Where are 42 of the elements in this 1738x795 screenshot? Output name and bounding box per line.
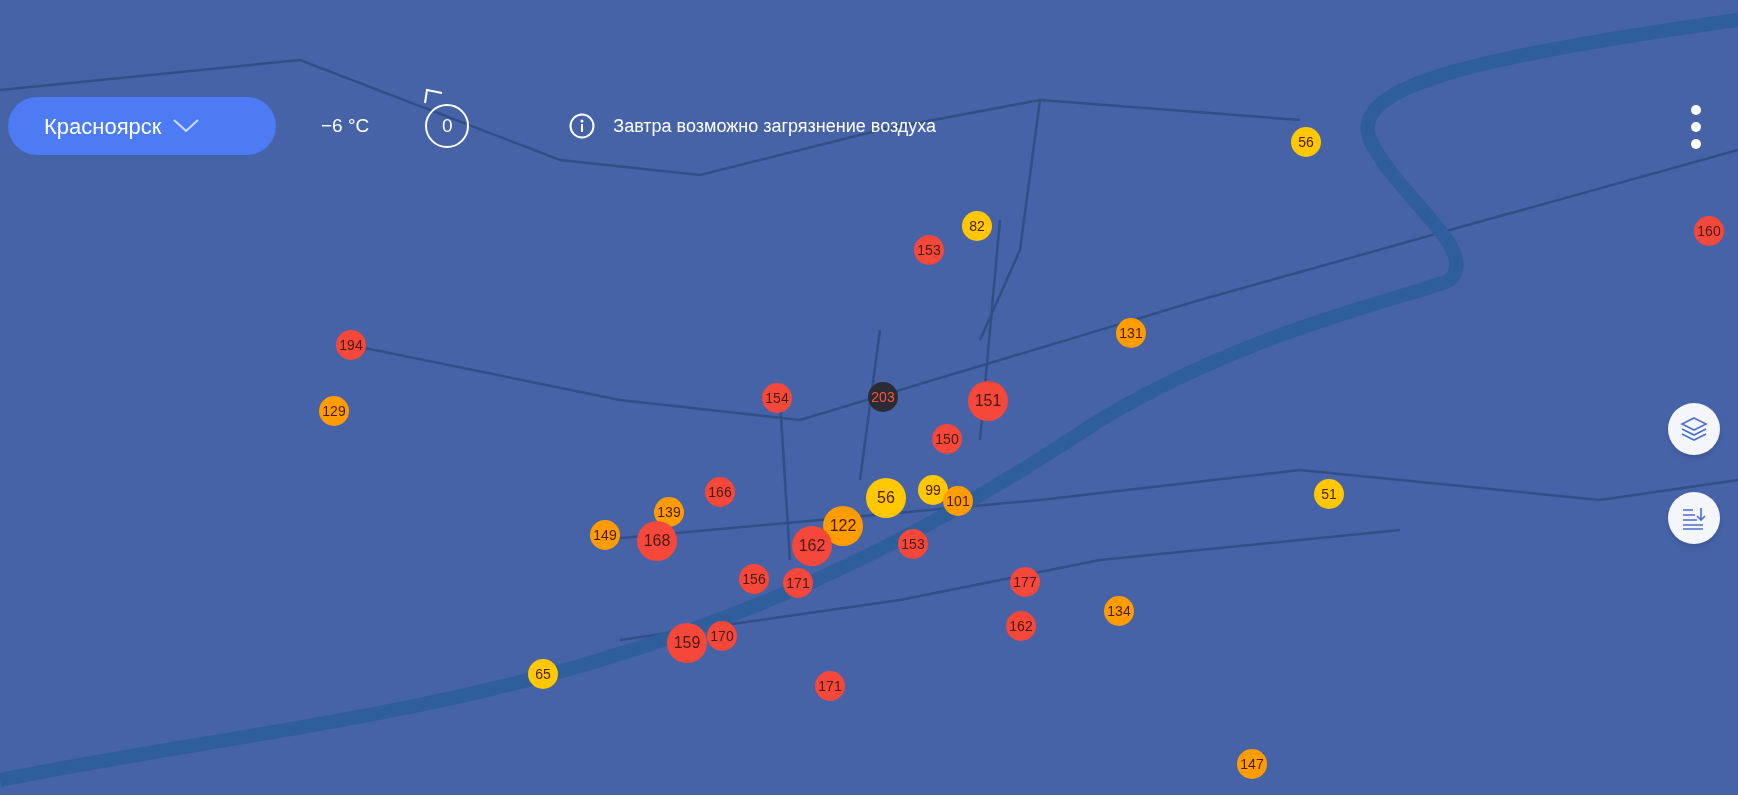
air-quality-marker[interactable]: 134	[1104, 596, 1134, 626]
air-quality-marker[interactable]: 153	[914, 235, 944, 265]
counter-badge: 0	[425, 104, 470, 148]
air-quality-marker[interactable]: 51	[1314, 479, 1344, 509]
air-quality-marker[interactable]: 149	[590, 520, 620, 550]
air-quality-marker[interactable]: 203	[868, 382, 898, 412]
air-quality-marker[interactable]: 177	[1010, 567, 1040, 597]
chevron-down-icon	[173, 119, 200, 133]
air-quality-marker[interactable]: 99	[918, 475, 948, 505]
air-quality-marker[interactable]: 151	[968, 381, 1008, 421]
sort-list-icon	[1681, 505, 1707, 531]
air-quality-marker[interactable]: 65	[528, 659, 558, 689]
air-quality-marker[interactable]: 150	[932, 424, 962, 454]
city-dropdown[interactable]: Красноярск	[8, 97, 276, 155]
air-quality-marker[interactable]: 194	[336, 330, 366, 360]
air-quality-marker[interactable]: 166	[705, 477, 735, 507]
layers-button[interactable]	[1668, 403, 1720, 455]
more-vertical-icon	[1690, 104, 1702, 150]
corner-icon	[422, 88, 445, 104]
air-quality-marker[interactable]: 170	[707, 621, 737, 651]
temperature: −6 °C	[321, 113, 370, 138]
air-quality-marker[interactable]: 147	[1237, 749, 1267, 779]
air-quality-marker[interactable]: 162	[1006, 611, 1036, 641]
pollution-forecast-text: Завтра возможно загрязнение воздуха	[613, 114, 937, 138]
air-quality-marker[interactable]: 156	[739, 564, 769, 594]
air-quality-marker[interactable]: 171	[783, 568, 813, 598]
air-quality-marker[interactable]: 171	[815, 671, 845, 701]
air-quality-marker[interactable]: 56	[866, 478, 906, 518]
info-icon	[569, 113, 596, 139]
layers-icon	[1680, 415, 1708, 443]
air-quality-marker[interactable]: 162	[792, 526, 832, 566]
air-quality-marker[interactable]: 154	[762, 383, 792, 413]
air-quality-marker[interactable]: 160	[1694, 216, 1724, 246]
air-quality-marker[interactable]: 129	[319, 396, 349, 426]
air-quality-marker[interactable]: 153	[898, 529, 928, 559]
air-quality-marker[interactable]: 168	[637, 521, 677, 561]
air-quality-marker[interactable]: 131	[1116, 318, 1146, 348]
air-quality-marker[interactable]: 101	[943, 486, 973, 516]
air-quality-marker[interactable]: 159	[667, 623, 707, 663]
air-quality-marker[interactable]: 56	[1291, 127, 1321, 157]
air-quality-marker[interactable]: 82	[962, 211, 992, 241]
sort-button[interactable]	[1668, 492, 1720, 544]
